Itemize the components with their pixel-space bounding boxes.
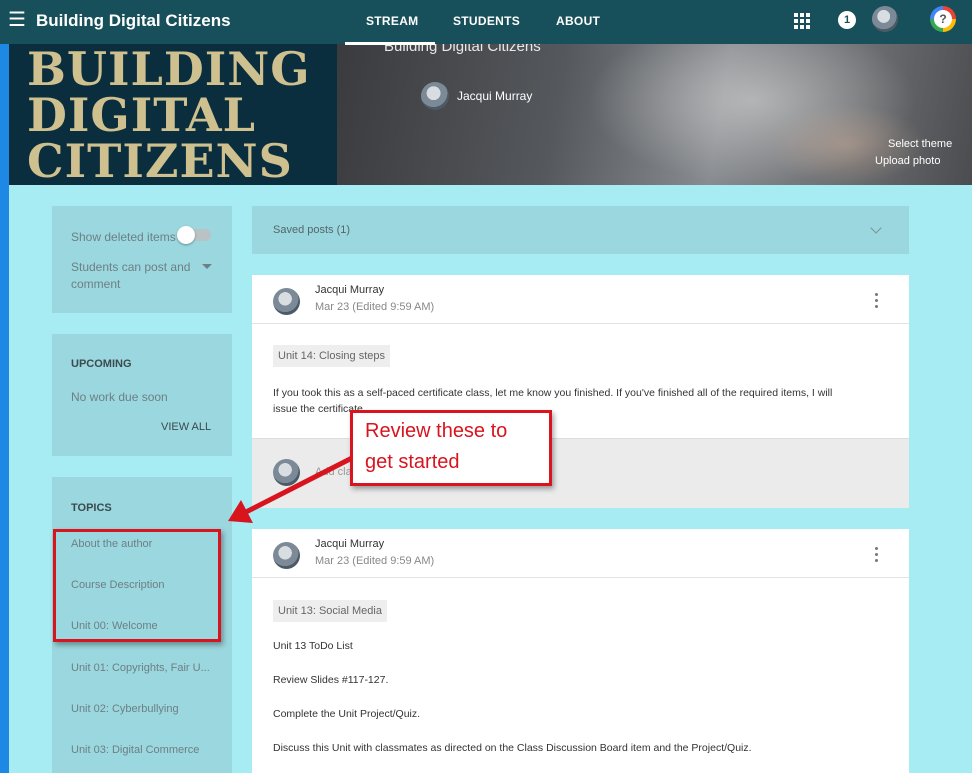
upload-photo-link[interactable]: Upload photo — [875, 155, 940, 167]
tab-about[interactable]: ABOUT — [556, 14, 600, 28]
commenter-avatar — [273, 459, 300, 486]
logo-line: DIGITAL — [27, 88, 256, 142]
upcoming-title: UPCOMING — [71, 358, 132, 370]
post-body-line: Review Slides #117-127. — [273, 674, 389, 686]
menu-icon[interactable]: ☰ — [8, 10, 26, 30]
students-can-post-label-2[interactable]: comment — [71, 277, 120, 291]
topic-item[interactable]: Unit 02: Cyberbullying — [71, 703, 179, 715]
topic-item[interactable]: Unit 01: Copyrights, Fair U... — [71, 662, 210, 674]
topic-chip[interactable]: Unit 14: Closing steps — [273, 345, 390, 367]
saved-posts-label: Saved posts (1) — [273, 224, 351, 236]
chevron-down-icon[interactable] — [202, 264, 212, 269]
top-app-bar: ☰ Building Digital Citizens STREAM STUDE… — [0, 0, 972, 45]
select-theme-link[interactable]: Select theme — [888, 138, 952, 150]
post-author: Jacqui Murray — [315, 284, 385, 296]
saved-posts-bar[interactable]: Saved posts (1) — [252, 206, 909, 254]
callout-text: get started — [365, 451, 460, 473]
author-avatar — [273, 542, 300, 569]
show-deleted-toggle[interactable] — [177, 226, 211, 244]
callout-text: Review these to — [365, 420, 508, 442]
topic-item[interactable]: Unit 03: Digital Commerce — [71, 744, 199, 756]
active-tab-indicator — [345, 42, 435, 45]
help-icon[interactable]: ? — [930, 6, 956, 32]
post-date: Mar 23 (Edited 9:59 AM) — [315, 301, 435, 313]
tab-stream[interactable]: STREAM — [366, 14, 418, 28]
notification-badge[interactable]: 1 — [838, 11, 856, 29]
more-options-icon[interactable] — [875, 547, 879, 563]
chevron-down-icon[interactable] — [870, 222, 882, 234]
banner-logo: BUILDING DIGITAL CITIZENS — [27, 46, 311, 184]
author-avatar — [273, 288, 300, 315]
topic-chip[interactable]: Unit 13: Social Media — [273, 600, 387, 622]
topics-highlight-box — [53, 529, 221, 642]
post-body-line: Complete the Unit Project/Quiz. — [273, 708, 421, 720]
view-all-button[interactable]: VIEW ALL — [161, 421, 211, 433]
user-avatar[interactable] — [872, 6, 898, 32]
teacher-name: Jacqui Murray — [457, 89, 533, 103]
annotation-callout: Review these to get started — [350, 410, 552, 486]
upcoming-empty-text: No work due soon — [71, 390, 168, 404]
post-author: Jacqui Murray — [315, 538, 385, 550]
tab-students[interactable]: STUDENTS — [453, 14, 520, 28]
toggle-knob — [177, 226, 195, 244]
show-deleted-label: Show deleted items — [71, 230, 176, 244]
students-can-post-label[interactable]: Students can post and — [71, 260, 190, 274]
help-glyph: ? — [934, 10, 952, 28]
apps-grid-icon[interactable] — [794, 13, 810, 29]
logo-line: CITIZENS — [27, 134, 293, 185]
post-body-line: Discuss this Unit with classmates as dir… — [273, 742, 752, 754]
class-title[interactable]: Building Digital Citizens — [36, 11, 231, 31]
left-edge — [0, 0, 9, 773]
banner-logo-panel: BUILDING DIGITAL CITIZENS — [9, 44, 337, 185]
logo-line: BUILDING — [27, 44, 311, 96]
post-body-line: If you took this as a self-paced certifi… — [273, 387, 833, 399]
more-options-icon[interactable] — [875, 293, 879, 309]
stream-post: Jacqui Murray Mar 23 (Edited 9:59 AM) Un… — [252, 529, 909, 773]
post-body-line: Unit 13 ToDo List — [273, 640, 353, 652]
topics-title: TOPICS — [71, 502, 112, 514]
post-date: Mar 23 (Edited 9:59 AM) — [315, 555, 435, 567]
teacher-avatar — [421, 82, 449, 110]
